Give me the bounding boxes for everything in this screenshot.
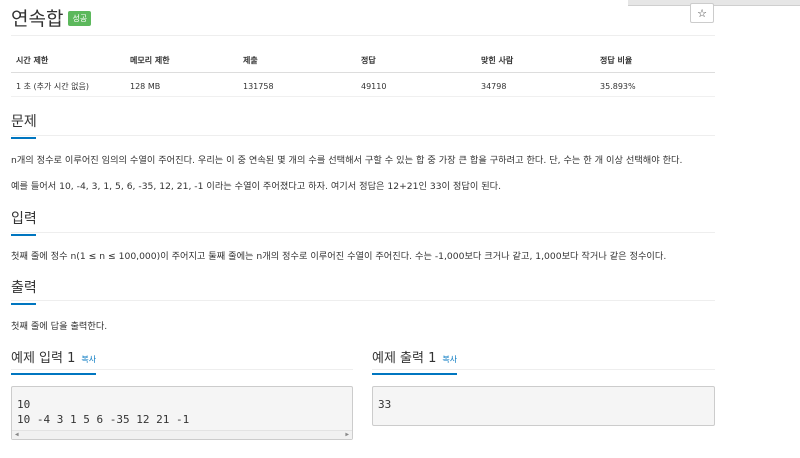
sample-input-code: 10 10 -4 3 1 5 6 -35 12 21 -1	[17, 397, 189, 427]
input-heading: 입력	[11, 208, 37, 236]
sample-output-box[interactable]: 33	[372, 386, 715, 426]
table-bottom-rule	[11, 96, 715, 97]
status-badge: 성공	[68, 10, 92, 26]
scroll-left-icon[interactable]: ◀	[15, 431, 19, 439]
section-divider	[372, 369, 715, 370]
heading-underline	[11, 234, 36, 236]
sample-output-heading: 예제 출력 1 복사	[372, 347, 457, 375]
header-submissions: 제출	[238, 49, 356, 73]
section-divider	[11, 232, 715, 233]
problem-title: 연속합	[11, 7, 64, 30]
output-description: 첫째 줄에 답을 출력한다.	[11, 321, 108, 332]
sample-output-title: 예제 출력 1	[372, 351, 437, 366]
section-divider	[11, 135, 715, 136]
scroll-right-icon[interactable]: ▶	[345, 431, 349, 439]
sample-output-line: 33	[378, 398, 392, 411]
description-heading-text: 문제	[11, 114, 37, 130]
section-divider	[11, 369, 353, 370]
heading-underline	[11, 303, 36, 305]
horizontal-scrollbar[interactable]: ◀ ▶	[12, 430, 352, 439]
sample-input-line: 10 -4 3 1 5 6 -35 12 21 -1	[17, 413, 190, 426]
copy-sample-input-link[interactable]: 복사	[81, 355, 96, 364]
description-line-1: n개의 정수로 이루어진 임의의 수열이 주어진다. 우리는 이 중 연속된 몇…	[11, 155, 683, 166]
heading-underline	[11, 137, 36, 139]
output-heading: 출력	[11, 277, 37, 305]
header-accept-rate: 정답 비율	[595, 49, 715, 73]
header-time-limit: 시간 제한	[11, 49, 125, 73]
problem-info-table: 시간 제한 메모리 제한 제출 정답 맞힌 사람 정답 비율 1 초 (추가 시…	[11, 49, 715, 100]
output-heading-text: 출력	[11, 280, 37, 296]
section-divider	[11, 300, 715, 301]
input-heading-text: 입력	[11, 211, 37, 227]
problem-title-row: 연속합 성공	[11, 0, 92, 34]
header-solved-users: 맞힌 사람	[476, 49, 595, 73]
sample-input-box[interactable]: 10 10 -4 3 1 5 6 -35 12 21 -1 ◀ ▶	[11, 386, 353, 440]
heading-underline	[372, 373, 457, 375]
sample-input-title: 예제 입력 1	[11, 351, 76, 366]
table-header-row: 시간 제한 메모리 제한 제출 정답 맞힌 사람 정답 비율	[11, 49, 715, 73]
input-description: 첫째 줄에 정수 n(1 ≤ n ≤ 100,000)이 주어지고 둘째 줄에는…	[11, 251, 667, 262]
sample-input-line: 10	[17, 398, 31, 411]
favorite-button[interactable]: ☆	[690, 3, 714, 23]
sample-input-heading: 예제 입력 1 복사	[11, 347, 96, 375]
sample-output-code: 33	[378, 397, 391, 412]
window-edge-shadow	[628, 0, 800, 6]
description-heading: 문제	[11, 111, 37, 139]
description-line-2: 예를 들어서 10, -4, 3, 1, 5, 6, -35, 12, 21, …	[11, 181, 502, 192]
title-divider	[11, 35, 715, 36]
star-icon: ☆	[697, 7, 707, 20]
copy-sample-output-link[interactable]: 복사	[442, 355, 457, 364]
header-accepted: 정답	[356, 49, 476, 73]
header-memory-limit: 메모리 제한	[125, 49, 238, 73]
heading-underline	[11, 373, 96, 375]
